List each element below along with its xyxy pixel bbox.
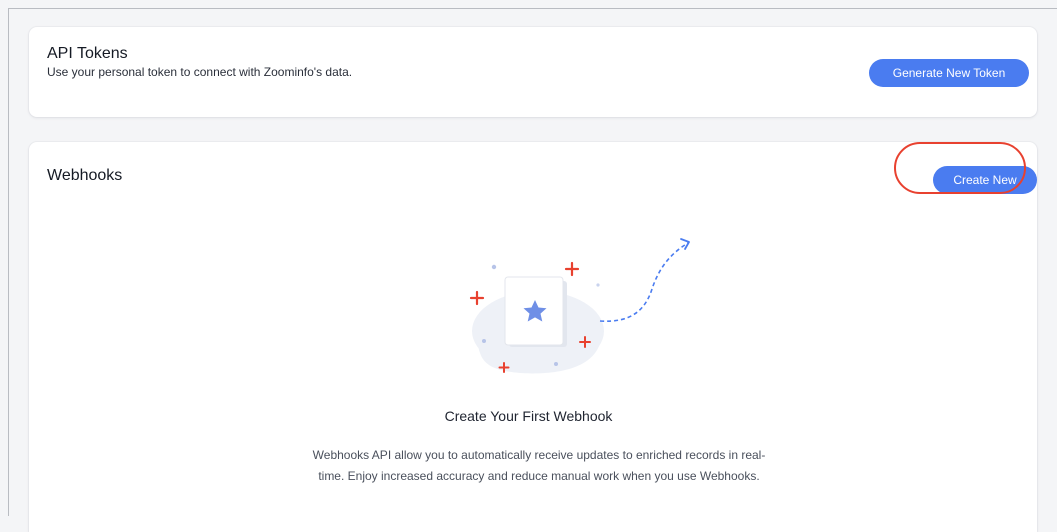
dot-icon (596, 283, 600, 287)
dashed-arrow-path (599, 242, 689, 322)
plus-icon (564, 261, 580, 277)
plus-icon (469, 290, 485, 306)
api-tokens-card: API Tokens Use your personal token to co… (29, 27, 1037, 117)
dot-icon (491, 264, 497, 270)
create-new-webhook-button[interactable]: Create New (933, 166, 1037, 194)
webhooks-title: Webhooks (47, 167, 123, 184)
api-tokens-title: API Tokens (47, 45, 128, 62)
api-tokens-description: Use your personal token to connect with … (47, 65, 353, 79)
empty-state-title: Create Your First Webhook (444, 408, 613, 424)
dot-icon (482, 339, 486, 343)
generate-new-token-button[interactable]: Generate New Token (869, 59, 1029, 87)
webhook-empty-illustration (469, 238, 690, 374)
dot-icon (554, 362, 558, 366)
empty-state-description: Webhooks API allow you to automatically … (312, 448, 766, 483)
